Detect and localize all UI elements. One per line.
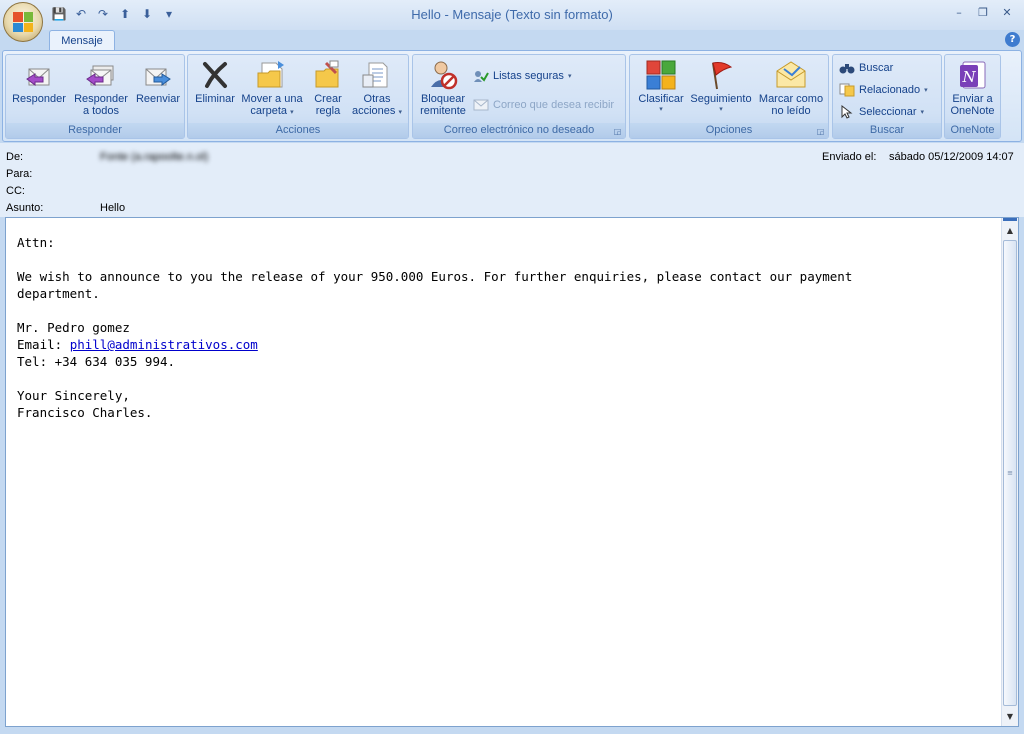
window-controls: – ❐ ✕ [948, 4, 1018, 20]
group-label-opciones: Opciones [630, 123, 828, 138]
other-actions-button[interactable]: Otras acciones ▾ [348, 57, 406, 123]
minimize-button[interactable]: – [948, 4, 970, 20]
svg-text:N: N [961, 68, 976, 86]
office-button[interactable] [3, 2, 43, 42]
delete-button[interactable]: Eliminar [190, 57, 240, 123]
group-opciones: Clasificar ▾ Seguimiento ▾ Marcar como n… [629, 54, 829, 139]
create-rule-icon [311, 57, 345, 93]
close-button[interactable]: ✕ [996, 4, 1018, 20]
find-button[interactable]: Buscar [839, 59, 893, 77]
forward-button[interactable]: Reenviar [132, 57, 184, 123]
group-acciones: Eliminar Mover a una carpeta ▾ Crear reg… [187, 54, 409, 139]
office-logo-icon [13, 12, 33, 32]
ribbon: Responder Responder a todos Reenviar Res… [2, 50, 1022, 142]
email-link[interactable]: phill@administrativos.com [70, 337, 258, 352]
forward-icon [141, 57, 175, 93]
reply-icon [22, 57, 56, 93]
group-label-buscar: Buscar [833, 123, 941, 138]
not-junk-icon [473, 99, 489, 111]
block-sender-button[interactable]: Bloquear remitente [415, 57, 471, 123]
ribbon-tab-row: Mensaje ? [0, 30, 1024, 51]
group-junk-mail: Bloquear remitente Listas seguras ▾ Corre… [412, 54, 626, 139]
title-bar: 💾 ↶ ↷ ⬆ ⬇ ▾ Hello - Mensaje (Texto sin f… [0, 0, 1024, 42]
group-buscar: Buscar Relacionado ▾ Seleccionar ▾ Buscar [832, 54, 942, 139]
other-actions-icon [360, 57, 394, 93]
message-text: Attn: We wish to announce to you the rel… [17, 235, 853, 420]
reply-all-icon [84, 57, 118, 93]
block-sender-icon [426, 57, 460, 93]
window-title: Hello - Mensaje (Texto sin formato) [411, 7, 613, 22]
scrollbar-thumb[interactable]: ≡ [1003, 240, 1017, 706]
onenote-icon: N [956, 57, 990, 93]
group-label-junk-mail: Correo electrónico no deseado [413, 123, 625, 138]
cc-label: CC: [6, 185, 25, 197]
follow-up-icon [704, 57, 738, 93]
categorize-dropdown-icon: ▾ [659, 105, 663, 113]
subject-value: Hello [100, 202, 126, 214]
cursor-icon [841, 105, 853, 119]
sent-label: Enviado el: [822, 151, 877, 163]
scrollbar-top-marker [1003, 218, 1017, 221]
sent-value: sábado 05/12/2009 14:07 [889, 151, 1014, 163]
from-label: De: [6, 151, 24, 163]
not-junk-button[interactable]: Correo que desea recibir [473, 96, 614, 114]
reply-button[interactable]: Responder [10, 57, 68, 123]
group-label-onenote: OneNote [945, 123, 1000, 138]
safe-lists-icon [474, 71, 489, 82]
tab-mensaje[interactable]: Mensaje [49, 30, 115, 51]
create-rule-button[interactable]: Crear regla [306, 57, 350, 123]
categorize-icon [644, 57, 678, 93]
mark-unread-button[interactable]: Marcar como no leído [754, 57, 828, 123]
mark-unread-icon [774, 57, 808, 93]
categorize-button[interactable]: Clasificar ▾ [632, 57, 690, 123]
to-label: Para: [6, 168, 33, 180]
from-value[interactable]: Fonte (a.rapoolte.n.ol) [100, 151, 208, 163]
reply-all-button[interactable]: Responder a todos [70, 57, 132, 123]
move-to-folder-icon [255, 57, 289, 93]
group-onenote: N Enviar a OneNote OneNote [944, 54, 1001, 139]
follow-up-dropdown-icon: ▾ [719, 105, 723, 113]
message-body[interactable]: Attn: We wish to announce to you the rel… [5, 217, 1019, 727]
related-icon [839, 83, 855, 97]
group-label-acciones: Acciones [188, 123, 408, 138]
dialog-launcher-icon[interactable]: ◲ [613, 127, 622, 136]
subject-label: Asunto: [6, 202, 44, 214]
scroll-down-arrow-icon[interactable]: ▼ [1002, 708, 1018, 724]
delete-icon [198, 57, 232, 93]
move-to-folder-button[interactable]: Mover a una carpeta ▾ [238, 57, 306, 123]
follow-up-button[interactable]: Seguimiento ▾ [688, 57, 754, 123]
vertical-scrollbar[interactable]: ▲ ≡ ▼ [1001, 218, 1018, 726]
related-button[interactable]: Relacionado ▾ [839, 81, 928, 99]
select-button[interactable]: Seleccionar ▾ [839, 103, 924, 121]
help-icon[interactable]: ? [1005, 32, 1020, 47]
message-header: De: Fonte (a.rapoolte.n.ol) Para: CC: As… [0, 143, 1024, 217]
group-responder: Responder Responder a todos Reenviar Res… [5, 54, 185, 139]
send-to-onenote-button[interactable]: N Enviar a OneNote [945, 57, 1000, 123]
binoculars-icon [839, 64, 855, 74]
group-label-responder: Responder [6, 123, 184, 138]
scroll-up-arrow-icon[interactable]: ▲ [1002, 222, 1018, 238]
safe-lists-button[interactable]: Listas seguras ▾ [473, 67, 571, 85]
restore-button[interactable]: ❐ [972, 4, 994, 20]
options-dialog-launcher-icon[interactable]: ◲ [816, 127, 825, 136]
